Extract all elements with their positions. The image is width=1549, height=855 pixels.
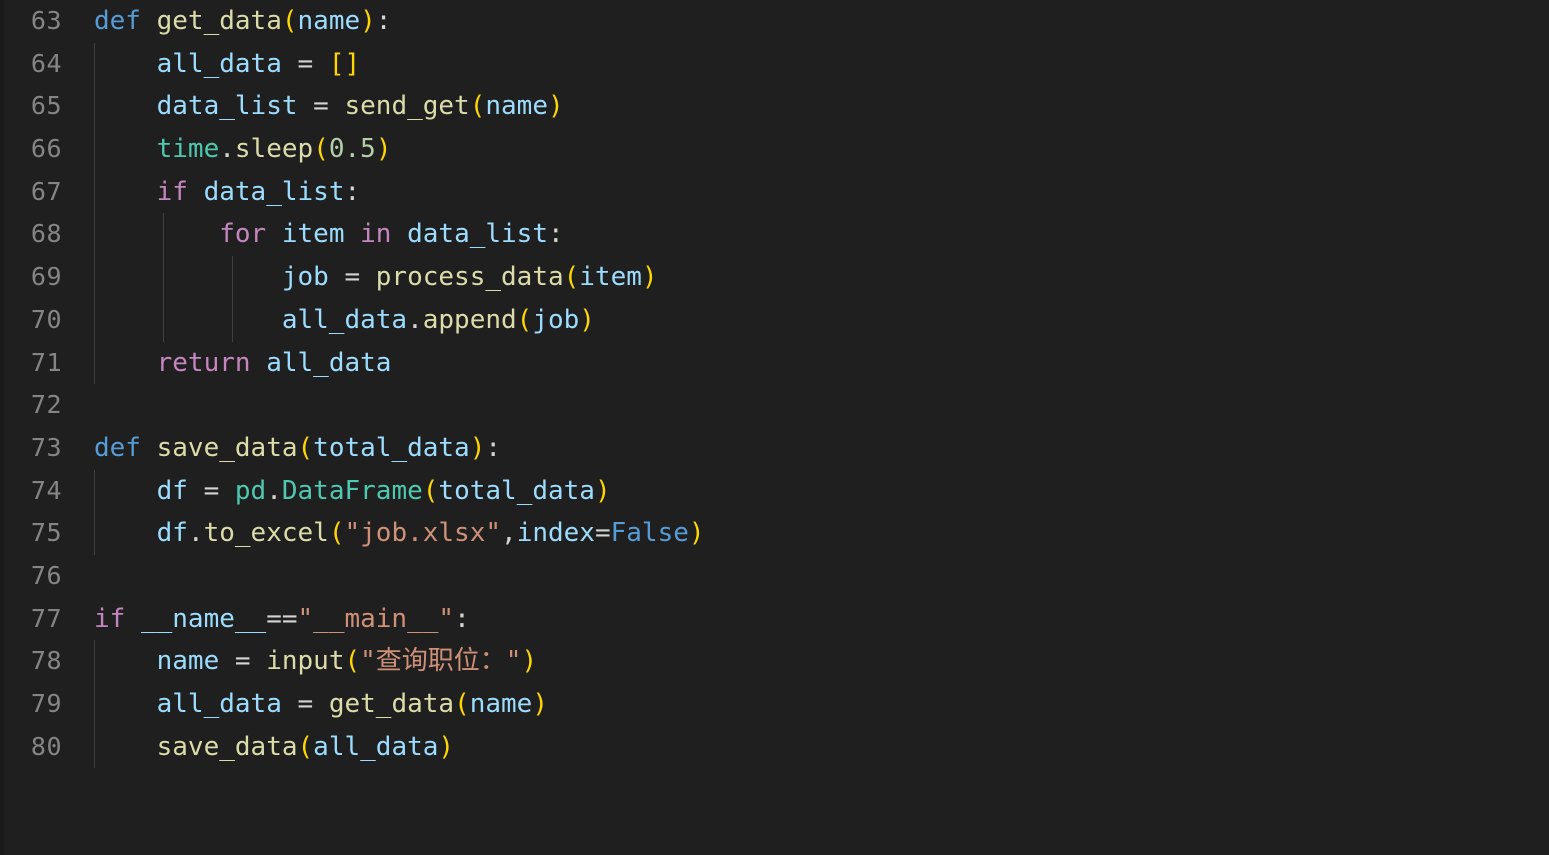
code-line[interactable]: 71 return all_data [0,341,1549,385]
code-text: all_data = get_data(name) [156,689,548,719]
code-line[interactable]: 63 def get_data(name): [0,0,1549,43]
line-number: 76 [30,560,62,590]
code-line[interactable]: 75 df.to_excel("job.xlsx",index=False) [0,512,1549,555]
code-text: all_data.append(job) [281,304,595,335]
code-line[interactable]: 73 def save_data(total_data): [0,427,1549,470]
code-editor[interactable]: 63 def get_data(name): 64 all_data = [] 65 … [0,0,1549,855]
code-text: if __name__=="__main__": [94,603,470,634]
code-line[interactable]: 74 df = pd.DataFrame(total_data) [0,469,1549,513]
line-number: 70 [30,304,62,334]
code-line[interactable]: 78 name = input("查询职位：") [0,640,1549,683]
line-number: 79 [30,689,62,718]
code-line[interactable]: 77 if __name__=="__main__": [0,598,1549,641]
line-number: 63 [30,6,62,35]
code-line[interactable]: 80 save_data(all_data) [0,725,1549,769]
line-number: 80 [30,731,62,761]
code-lines-container[interactable]: 63 def get_data(name): 64 all_data = [] 65 … [0,0,1549,769]
line-number: 74 [30,475,62,505]
code-text: for item in data_list: [219,219,564,250]
line-number: 67 [30,176,62,206]
line-number: 64 [30,48,62,78]
code-line[interactable]: 72 [0,384,1549,427]
code-line[interactable]: 64 all_data = [] [0,42,1549,86]
code-line[interactable]: 67 if data_list: [0,170,1549,214]
code-line[interactable]: 68 for item in data_list: [0,213,1549,257]
line-number: 66 [30,134,62,164]
code-text: save_data(all_data) [156,731,455,762]
line-number: 78 [30,646,62,676]
code-text: job = process_data(item) [281,262,658,293]
line-number: 69 [30,262,62,292]
line-number: 77 [30,603,62,633]
code-text: def save_data(total_data): [94,432,502,463]
code-line[interactable]: 79 all_data = get_data(name) [0,683,1549,726]
code-text: def get_data(name): [94,6,392,36]
line-number: 75 [30,518,62,548]
code-text: return all_data [156,347,392,378]
code-text: df = pd.DataFrame(total_data) [156,475,611,506]
code-text: name = input("查询职位：") [156,646,538,677]
code-text: all_data = [] [156,48,361,79]
line-number: 68 [30,219,62,249]
code-text: df.to_excel("job.xlsx",index=False) [156,518,705,549]
line-number: 65 [30,91,62,121]
line-number: 72 [30,390,62,420]
code-text: data_list = send_get(name) [156,91,564,122]
line-number: 71 [30,347,62,377]
code-line[interactable]: 76 [0,555,1549,598]
code-text: if data_list: [156,176,361,207]
code-line[interactable]: 65 data_list = send_get(name) [0,85,1549,129]
code-text: time.sleep(0.5) [156,134,392,165]
code-line[interactable]: 70 all_data.append(job) [0,298,1549,342]
code-line[interactable]: 66 time.sleep(0.5) [0,128,1549,171]
code-line[interactable]: 69 job = process_data(item) [0,256,1549,299]
line-number: 73 [30,432,62,462]
